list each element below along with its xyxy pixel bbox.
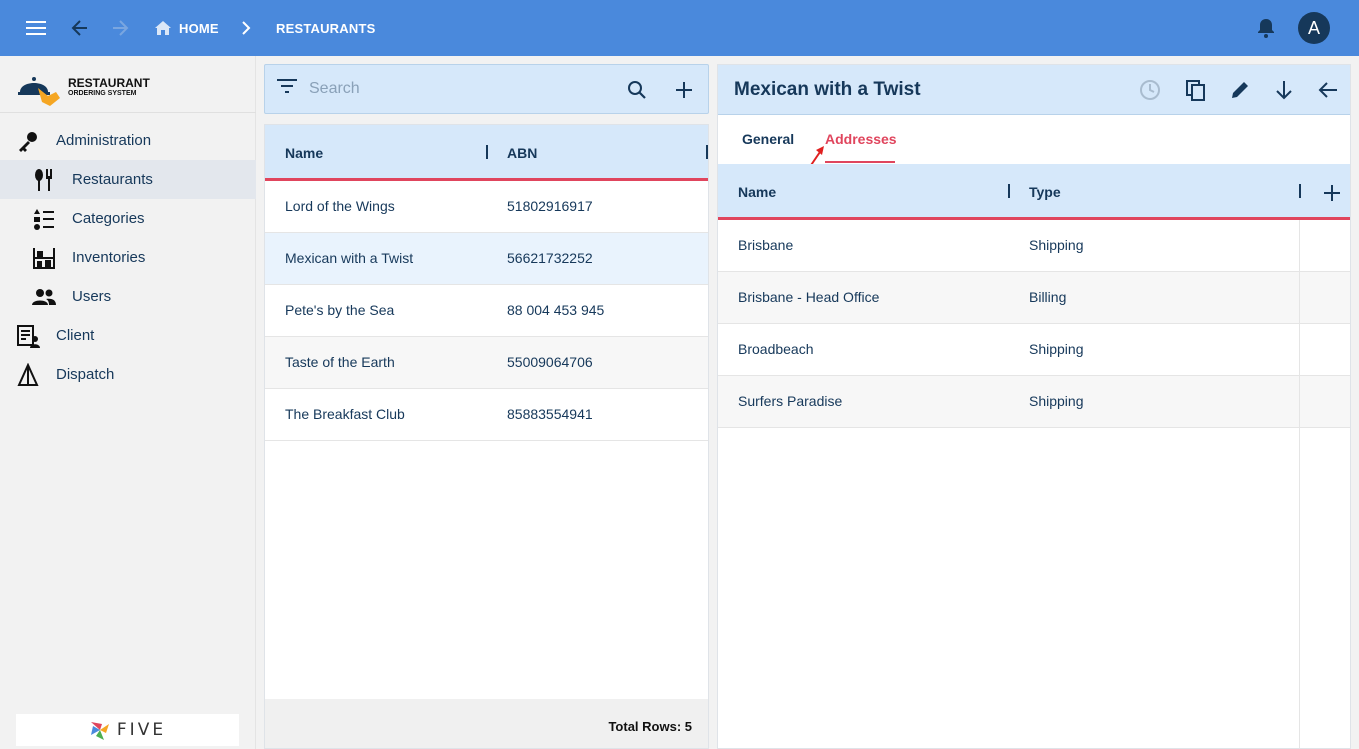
- sidebar-item-categories[interactable]: Categories: [0, 199, 256, 238]
- cell-abn: 55009064706: [507, 354, 593, 370]
- cell-name: Lord of the Wings: [285, 198, 395, 214]
- cell-name: Taste of the Earth: [285, 354, 395, 370]
- detail-header: Mexican with a Twist: [718, 65, 1350, 115]
- table-row[interactable]: Brisbane Shipping: [718, 220, 1350, 272]
- cell-abn: 51802916917: [507, 198, 593, 214]
- list-header: Name ABN: [265, 125, 708, 181]
- dispatch-icon: [15, 362, 41, 388]
- five-brand-text: FIVE: [116, 720, 167, 740]
- tab-general[interactable]: General: [742, 131, 794, 147]
- sidebar-divider: [0, 112, 256, 113]
- cell-name: Pete's by the Sea: [285, 302, 395, 318]
- filter-icon[interactable]: [277, 79, 299, 101]
- key-icon: [15, 128, 41, 154]
- forward-arrow-icon[interactable]: [108, 16, 132, 40]
- cloche-logo-icon: [18, 77, 60, 106]
- cell-name: Mexican with a Twist: [285, 250, 414, 266]
- sidebar: RESTAURANT ORDERING SYSTEM Administratio…: [0, 56, 256, 749]
- sidebar-item-inventories[interactable]: Inventories: [0, 238, 256, 277]
- restaurant-list: Name ABN Lord of the Wings 51802916917 M…: [264, 124, 709, 749]
- logo-title: RESTAURANT: [68, 76, 150, 90]
- users-icon: [31, 284, 57, 310]
- sidebar-item-restaurants[interactable]: Restaurants: [0, 160, 256, 199]
- table-row[interactable]: Surfers Paradise Shipping: [718, 376, 1350, 428]
- column-header-abn[interactable]: ABN: [507, 145, 537, 161]
- column-resize-handle[interactable]: [706, 145, 708, 159]
- sidebar-item-dispatch[interactable]: Dispatch: [0, 355, 256, 394]
- table-row[interactable]: Mexican with a Twist 56621732252: [265, 233, 708, 285]
- arrow-down-icon[interactable]: [1272, 78, 1296, 102]
- close-back-arrow-icon[interactable]: [1316, 78, 1340, 102]
- column-resize-handle[interactable]: [1299, 184, 1301, 198]
- cell-abn: 56621732252: [507, 250, 593, 266]
- five-brand-logo: FIVE: [16, 714, 239, 746]
- column-resize-handle[interactable]: [486, 145, 488, 159]
- total-rows: Total Rows: 5: [608, 719, 692, 734]
- client-icon: [15, 323, 41, 349]
- search-icon[interactable]: [626, 79, 648, 101]
- cell-type: Shipping: [1029, 393, 1084, 409]
- sidebar-item-label: Restaurants: [72, 171, 153, 188]
- add-address-icon[interactable]: [1322, 183, 1342, 203]
- sidebar-item-label: Client: [56, 327, 95, 344]
- column-header-name[interactable]: Name: [285, 145, 323, 161]
- edit-icon[interactable]: [1228, 78, 1252, 102]
- shelves-icon: [31, 245, 57, 271]
- history-icon[interactable]: [1138, 78, 1162, 102]
- sidebar-item-administration[interactable]: Administration: [0, 121, 256, 160]
- app-logo: RESTAURANT ORDERING SYSTEM: [16, 70, 216, 110]
- cell-type: Billing: [1029, 289, 1067, 305]
- breadcrumb-home[interactable]: HOME: [179, 21, 219, 36]
- logo-subtitle: ORDERING SYSTEM: [68, 90, 137, 97]
- sidebar-item-label: Administration: [56, 132, 152, 149]
- copy-icon[interactable]: [1184, 78, 1208, 102]
- home-icon[interactable]: [151, 16, 175, 40]
- cell-type: Shipping: [1029, 237, 1084, 253]
- list-icon: [31, 206, 57, 232]
- table-row[interactable]: The Breakfast Club 85883554941: [265, 389, 708, 441]
- utensils-icon: [31, 167, 57, 193]
- column-resize-handle[interactable]: [1008, 184, 1010, 198]
- detail-panel: Mexican with a Twist General Addresses N…: [717, 64, 1351, 749]
- column-divider: [1299, 220, 1300, 748]
- sidebar-item-label: Inventories: [72, 249, 146, 266]
- cell-type: Shipping: [1029, 341, 1084, 357]
- add-icon[interactable]: [673, 79, 695, 101]
- table-row[interactable]: Pete's by the Sea 88 004 453 945: [265, 285, 708, 337]
- avatar[interactable]: A: [1298, 12, 1330, 44]
- list-footer: Total Rows: 5: [265, 699, 708, 748]
- chevron-right-icon: [234, 16, 258, 40]
- five-logo-icon: [90, 722, 109, 740]
- column-header-type[interactable]: Type: [1029, 184, 1061, 200]
- sidebar-item-label: Dispatch: [56, 366, 115, 383]
- search-bar: Search: [264, 64, 709, 114]
- sidebar-item-label: Categories: [72, 210, 145, 227]
- cell-abn: 88 004 453 945: [507, 302, 605, 318]
- table-row[interactable]: Brisbane - Head Office Billing: [718, 272, 1350, 324]
- cell-name: Surfers Paradise: [738, 393, 843, 409]
- breadcrumb-current: RESTAURANTS: [276, 21, 376, 36]
- back-arrow-icon[interactable]: [68, 16, 92, 40]
- sidebar-item-users[interactable]: Users: [0, 277, 256, 316]
- sidebar-item-label: Users: [72, 288, 112, 305]
- sidebar-item-client[interactable]: Client: [0, 316, 256, 355]
- top-bar: HOME RESTAURANTS A: [0, 0, 1359, 56]
- cell-name: Brisbane: [738, 237, 794, 253]
- cell-name: Brisbane - Head Office: [738, 289, 880, 305]
- detail-title: Mexican with a Twist: [734, 79, 921, 100]
- cell-abn: 85883554941: [507, 406, 593, 422]
- active-tab-indicator: [825, 161, 895, 163]
- table-row[interactable]: Broadbeach Shipping: [718, 324, 1350, 376]
- tab-addresses[interactable]: Addresses: [825, 131, 897, 147]
- bell-icon[interactable]: [1254, 16, 1278, 40]
- menu-icon[interactable]: [24, 16, 48, 40]
- cell-name: The Breakfast Club: [285, 406, 405, 422]
- search-input[interactable]: Search: [309, 80, 360, 98]
- table-row[interactable]: Lord of the Wings 51802916917: [265, 181, 708, 233]
- cell-name: Broadbeach: [738, 341, 814, 357]
- table-row[interactable]: Taste of the Earth 55009064706: [265, 337, 708, 389]
- column-header-name[interactable]: Name: [738, 184, 776, 200]
- addresses-header: Name Type: [718, 164, 1350, 220]
